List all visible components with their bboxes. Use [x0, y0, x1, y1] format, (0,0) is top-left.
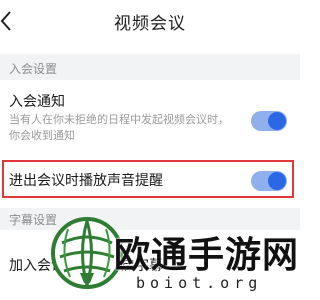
page-title: 视频会议: [114, 14, 186, 34]
section-header-join-settings: 入会设置: [0, 54, 300, 80]
watermark-text: 欧通手游网: [114, 234, 300, 276]
site-watermark: 欧通手游网 boiot.org: [50, 208, 300, 300]
navigation-bar: 视频会议: [0, 0, 300, 42]
toggle-knob: [268, 112, 286, 130]
watermark-url: boiot.org: [136, 274, 263, 292]
setting-title-join-leave-sound: 进出会议时播放声音提醒: [9, 173, 163, 189]
join-leave-sound-toggle[interactable]: [251, 171, 287, 191]
setting-description-join-notification: 当有人在你未拒绝的日程中发起视频会议时，你会收到通知: [9, 113, 229, 142]
toggle-knob: [268, 172, 286, 190]
meeting-settings-screen: 视频会议 入会设置 入会通知 当有人在你未拒绝的日程中发起视频会议时，你会收到通…: [0, 0, 300, 300]
setting-title-join-notification: 入会通知: [9, 94, 65, 110]
join-notification-toggle[interactable]: [251, 111, 287, 131]
